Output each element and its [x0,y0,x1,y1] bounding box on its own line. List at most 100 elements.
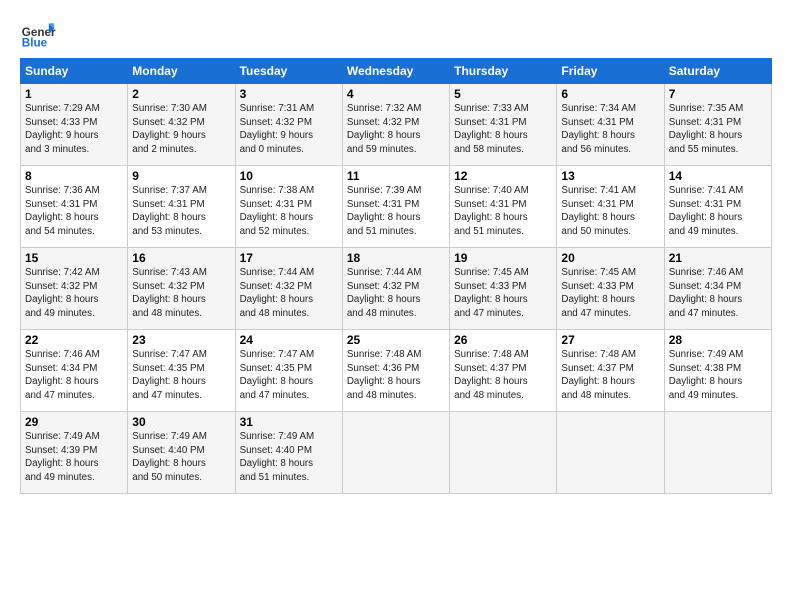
calendar-week-row: 1Sunrise: 7:29 AM Sunset: 4:33 PM Daylig… [21,84,772,166]
day-info: Sunrise: 7:44 AM Sunset: 4:32 PM Dayligh… [347,266,445,321]
calendar-cell: 8Sunrise: 7:36 AM Sunset: 4:31 PM Daylig… [21,166,128,248]
calendar-cell [342,412,449,494]
day-info: Sunrise: 7:48 AM Sunset: 4:37 PM Dayligh… [561,348,659,403]
calendar-cell: 27Sunrise: 7:48 AM Sunset: 4:37 PM Dayli… [557,330,664,412]
calendar-cell: 20Sunrise: 7:45 AM Sunset: 4:33 PM Dayli… [557,248,664,330]
day-number: 1 [25,87,123,101]
day-header-monday: Monday [128,59,235,84]
day-info: Sunrise: 7:47 AM Sunset: 4:35 PM Dayligh… [132,348,230,403]
calendar-cell: 28Sunrise: 7:49 AM Sunset: 4:38 PM Dayli… [664,330,771,412]
day-header-saturday: Saturday [664,59,771,84]
day-info: Sunrise: 7:49 AM Sunset: 4:40 PM Dayligh… [240,430,338,485]
calendar-cell: 13Sunrise: 7:41 AM Sunset: 4:31 PM Dayli… [557,166,664,248]
day-info: Sunrise: 7:45 AM Sunset: 4:33 PM Dayligh… [561,266,659,321]
calendar-cell [557,412,664,494]
day-number: 18 [347,251,445,265]
day-number: 24 [240,333,338,347]
day-number: 29 [25,415,123,429]
day-number: 17 [240,251,338,265]
calendar-week-row: 15Sunrise: 7:42 AM Sunset: 4:32 PM Dayli… [21,248,772,330]
day-number: 11 [347,169,445,183]
day-number: 4 [347,87,445,101]
day-info: Sunrise: 7:38 AM Sunset: 4:31 PM Dayligh… [240,184,338,239]
day-number: 10 [240,169,338,183]
calendar-cell: 9Sunrise: 7:37 AM Sunset: 4:31 PM Daylig… [128,166,235,248]
day-info: Sunrise: 7:36 AM Sunset: 4:31 PM Dayligh… [25,184,123,239]
day-number: 14 [669,169,767,183]
day-header-sunday: Sunday [21,59,128,84]
day-info: Sunrise: 7:49 AM Sunset: 4:39 PM Dayligh… [25,430,123,485]
day-number: 19 [454,251,552,265]
day-number: 16 [132,251,230,265]
calendar-cell: 7Sunrise: 7:35 AM Sunset: 4:31 PM Daylig… [664,84,771,166]
calendar-cell: 23Sunrise: 7:47 AM Sunset: 4:35 PM Dayli… [128,330,235,412]
calendar-cell: 12Sunrise: 7:40 AM Sunset: 4:31 PM Dayli… [450,166,557,248]
day-number: 9 [132,169,230,183]
header: General Blue [20,16,772,52]
day-header-thursday: Thursday [450,59,557,84]
calendar-cell: 25Sunrise: 7:48 AM Sunset: 4:36 PM Dayli… [342,330,449,412]
calendar-cell [450,412,557,494]
day-number: 13 [561,169,659,183]
day-info: Sunrise: 7:46 AM Sunset: 4:34 PM Dayligh… [25,348,123,403]
calendar-cell: 18Sunrise: 7:44 AM Sunset: 4:32 PM Dayli… [342,248,449,330]
day-number: 6 [561,87,659,101]
day-number: 26 [454,333,552,347]
day-info: Sunrise: 7:35 AM Sunset: 4:31 PM Dayligh… [669,102,767,157]
calendar-cell [664,412,771,494]
page: General Blue SundayMondayTuesdayWednesda… [0,0,792,612]
day-info: Sunrise: 7:34 AM Sunset: 4:31 PM Dayligh… [561,102,659,157]
day-info: Sunrise: 7:44 AM Sunset: 4:32 PM Dayligh… [240,266,338,321]
day-info: Sunrise: 7:49 AM Sunset: 4:40 PM Dayligh… [132,430,230,485]
calendar-cell: 26Sunrise: 7:48 AM Sunset: 4:37 PM Dayli… [450,330,557,412]
day-info: Sunrise: 7:41 AM Sunset: 4:31 PM Dayligh… [561,184,659,239]
calendar-cell: 31Sunrise: 7:49 AM Sunset: 4:40 PM Dayli… [235,412,342,494]
calendar-cell: 22Sunrise: 7:46 AM Sunset: 4:34 PM Dayli… [21,330,128,412]
calendar-cell: 30Sunrise: 7:49 AM Sunset: 4:40 PM Dayli… [128,412,235,494]
calendar-cell: 11Sunrise: 7:39 AM Sunset: 4:31 PM Dayli… [342,166,449,248]
day-number: 21 [669,251,767,265]
day-info: Sunrise: 7:48 AM Sunset: 4:37 PM Dayligh… [454,348,552,403]
calendar-cell: 14Sunrise: 7:41 AM Sunset: 4:31 PM Dayli… [664,166,771,248]
day-info: Sunrise: 7:42 AM Sunset: 4:32 PM Dayligh… [25,266,123,321]
day-info: Sunrise: 7:29 AM Sunset: 4:33 PM Dayligh… [25,102,123,157]
day-number: 28 [669,333,767,347]
calendar-cell: 17Sunrise: 7:44 AM Sunset: 4:32 PM Dayli… [235,248,342,330]
day-header-tuesday: Tuesday [235,59,342,84]
calendar-cell: 21Sunrise: 7:46 AM Sunset: 4:34 PM Dayli… [664,248,771,330]
day-info: Sunrise: 7:37 AM Sunset: 4:31 PM Dayligh… [132,184,230,239]
logo: General Blue [20,16,60,52]
day-number: 20 [561,251,659,265]
day-number: 7 [669,87,767,101]
day-number: 12 [454,169,552,183]
calendar-week-row: 8Sunrise: 7:36 AM Sunset: 4:31 PM Daylig… [21,166,772,248]
day-info: Sunrise: 7:46 AM Sunset: 4:34 PM Dayligh… [669,266,767,321]
day-info: Sunrise: 7:48 AM Sunset: 4:36 PM Dayligh… [347,348,445,403]
calendar-cell: 5Sunrise: 7:33 AM Sunset: 4:31 PM Daylig… [450,84,557,166]
day-number: 30 [132,415,230,429]
calendar-cell: 15Sunrise: 7:42 AM Sunset: 4:32 PM Dayli… [21,248,128,330]
day-number: 3 [240,87,338,101]
calendar-cell: 19Sunrise: 7:45 AM Sunset: 4:33 PM Dayli… [450,248,557,330]
logo-icon: General Blue [20,16,56,52]
calendar-cell: 4Sunrise: 7:32 AM Sunset: 4:32 PM Daylig… [342,84,449,166]
day-info: Sunrise: 7:39 AM Sunset: 4:31 PM Dayligh… [347,184,445,239]
day-info: Sunrise: 7:32 AM Sunset: 4:32 PM Dayligh… [347,102,445,157]
calendar: SundayMondayTuesdayWednesdayThursdayFrid… [20,58,772,494]
day-number: 27 [561,333,659,347]
calendar-cell: 3Sunrise: 7:31 AM Sunset: 4:32 PM Daylig… [235,84,342,166]
day-number: 23 [132,333,230,347]
day-number: 31 [240,415,338,429]
svg-text:Blue: Blue [22,37,48,50]
day-info: Sunrise: 7:47 AM Sunset: 4:35 PM Dayligh… [240,348,338,403]
calendar-week-row: 22Sunrise: 7:46 AM Sunset: 4:34 PM Dayli… [21,330,772,412]
day-info: Sunrise: 7:43 AM Sunset: 4:32 PM Dayligh… [132,266,230,321]
day-header-wednesday: Wednesday [342,59,449,84]
day-number: 22 [25,333,123,347]
day-info: Sunrise: 7:40 AM Sunset: 4:31 PM Dayligh… [454,184,552,239]
day-number: 2 [132,87,230,101]
calendar-cell: 29Sunrise: 7:49 AM Sunset: 4:39 PM Dayli… [21,412,128,494]
day-info: Sunrise: 7:45 AM Sunset: 4:33 PM Dayligh… [454,266,552,321]
calendar-cell: 24Sunrise: 7:47 AM Sunset: 4:35 PM Dayli… [235,330,342,412]
day-info: Sunrise: 7:41 AM Sunset: 4:31 PM Dayligh… [669,184,767,239]
